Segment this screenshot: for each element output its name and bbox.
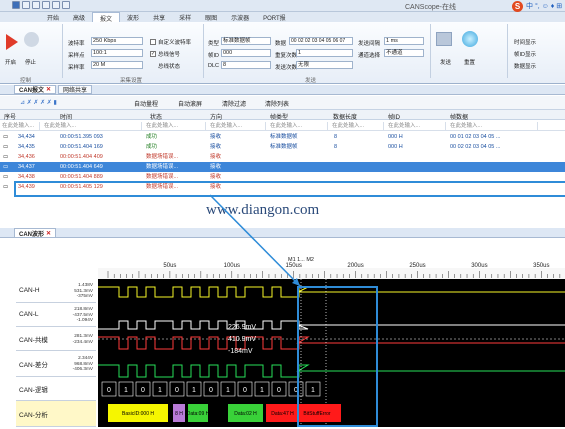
arrow-line [209, 194, 301, 287]
zoom-box [297, 286, 378, 427]
annotation-overlay [209, 194, 378, 427]
